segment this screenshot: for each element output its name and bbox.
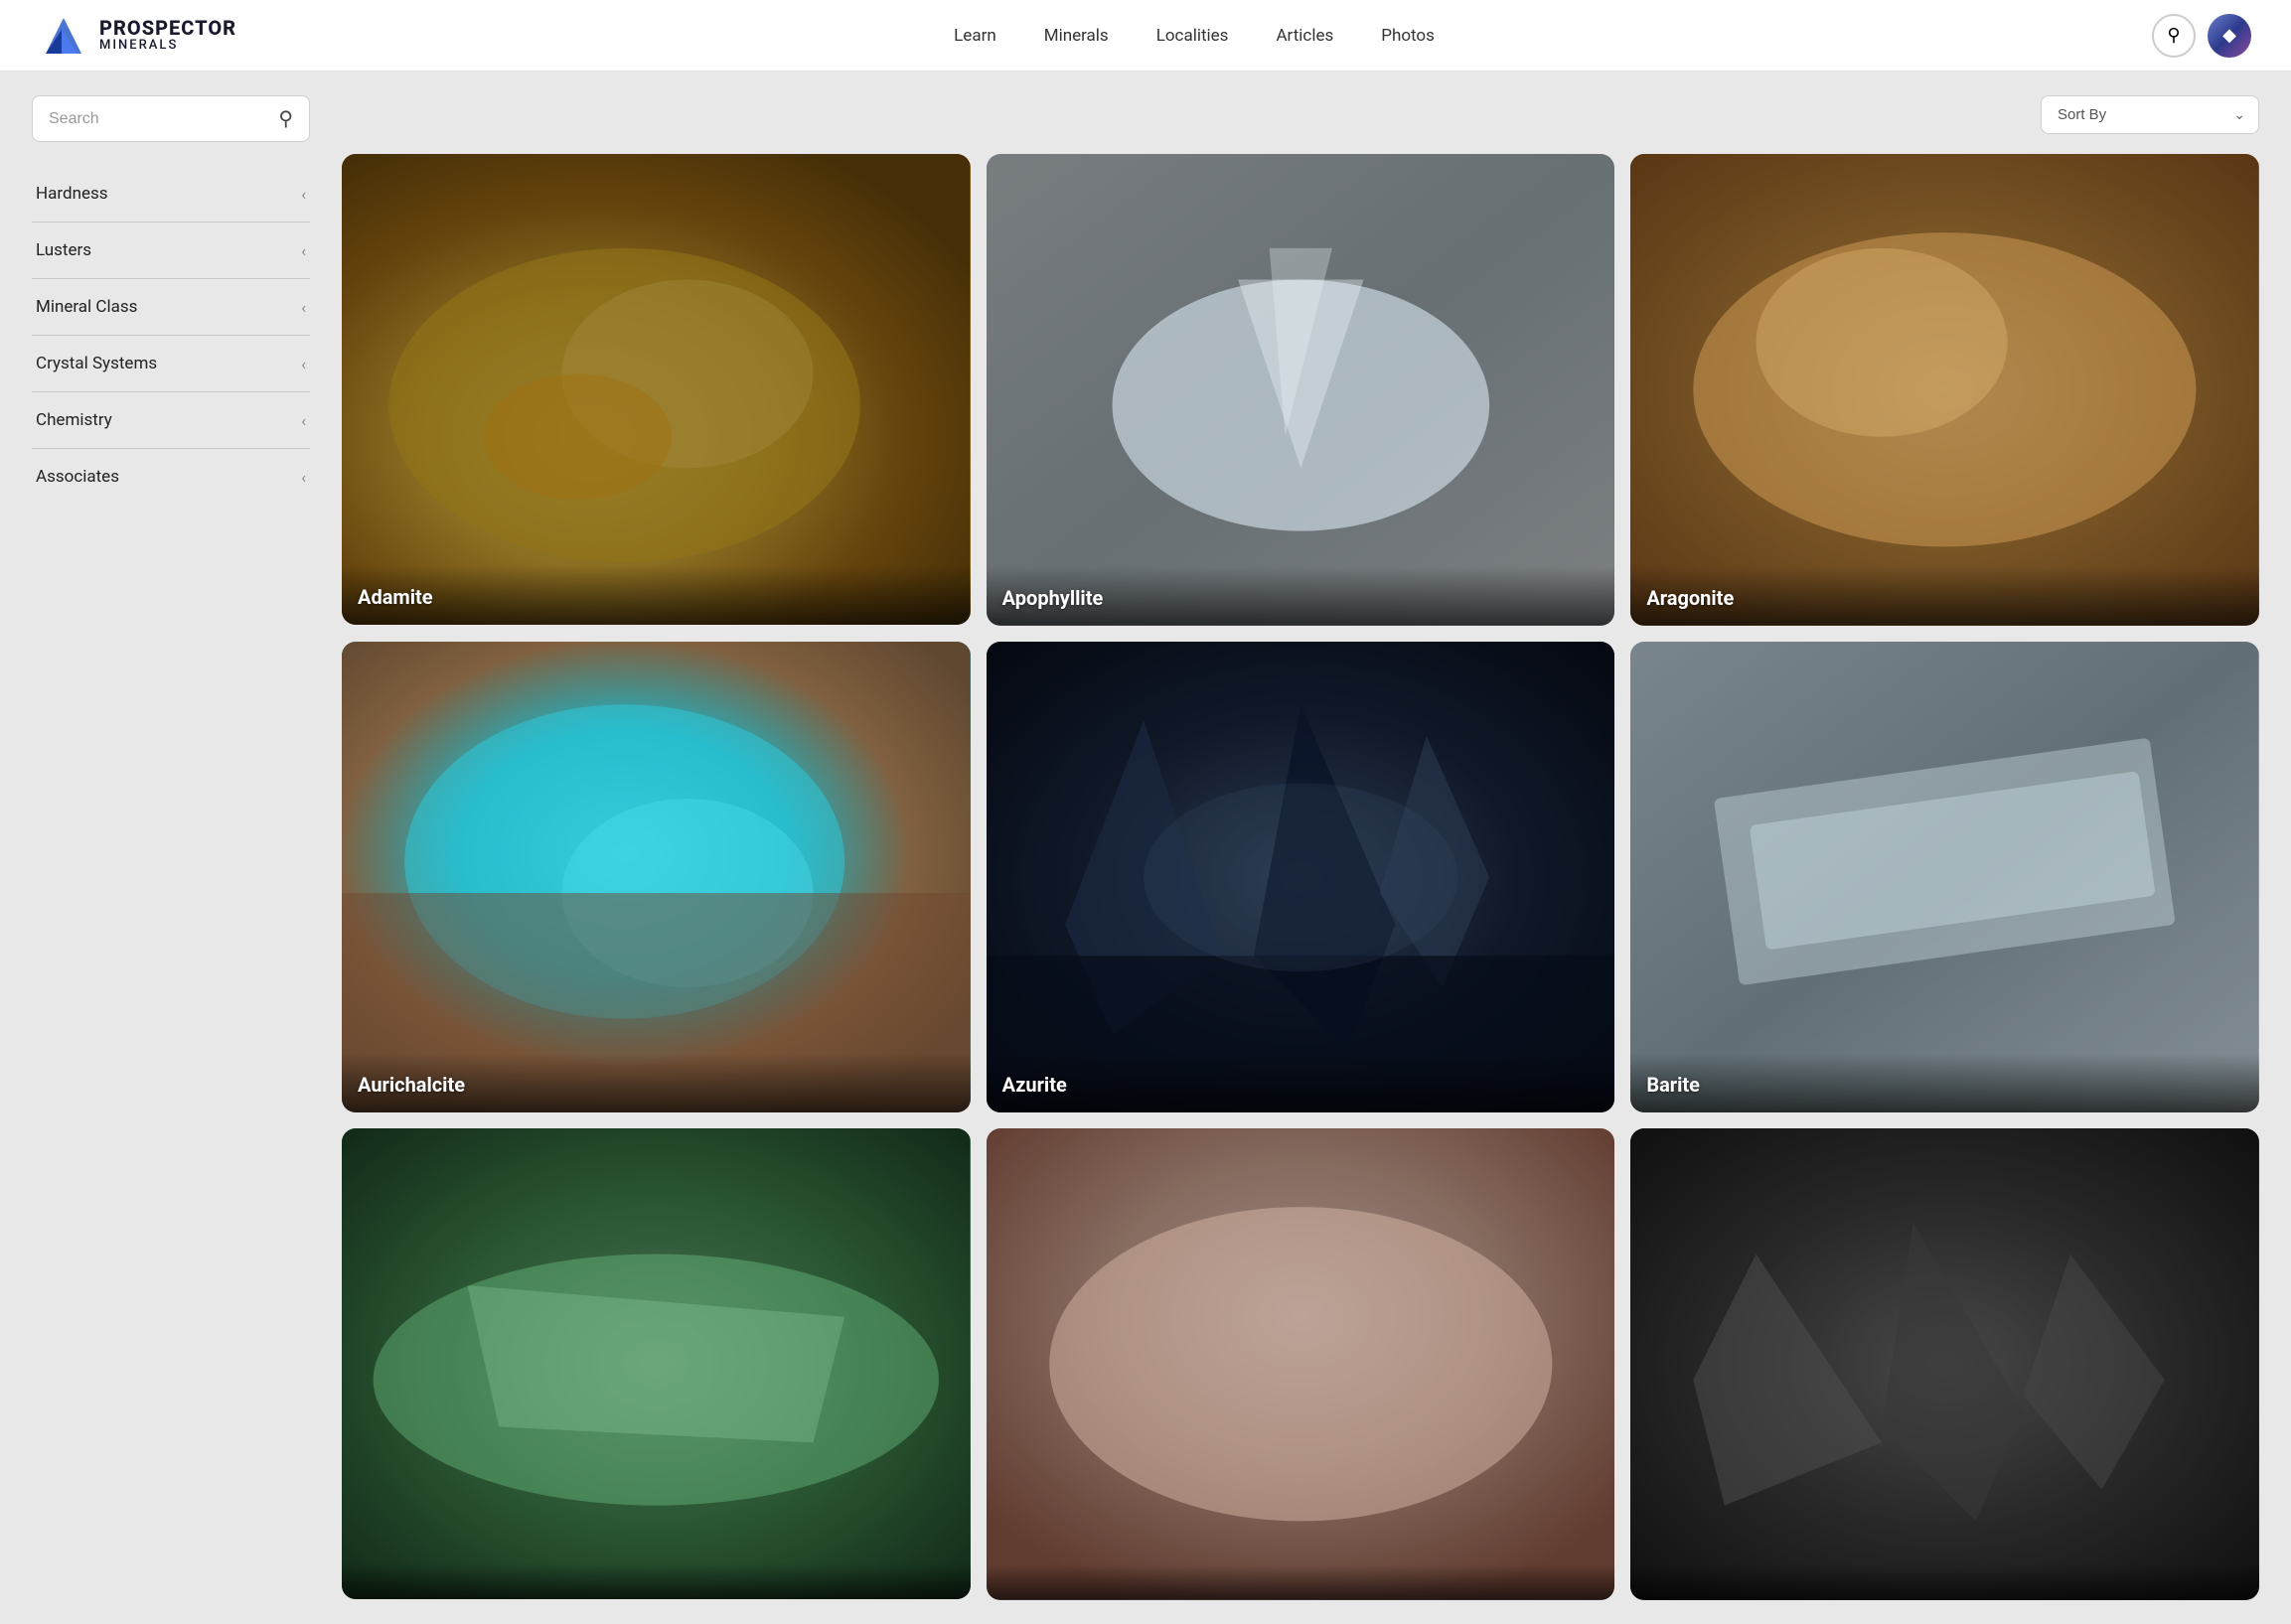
nav-photos[interactable]: Photos [1381, 26, 1435, 46]
nav-localities[interactable]: Localities [1156, 26, 1229, 46]
user-avatar[interactable]: ◆ [2208, 14, 2251, 58]
aurichalcite-texture [342, 642, 971, 1112]
logo-area[interactable]: PROSPECTOR MINERALS [40, 12, 236, 60]
card-barite[interactable]: Barite [1630, 642, 2259, 1113]
sort-select[interactable]: Sort By Name A-Z Name Z-A Most Popular R… [2041, 95, 2259, 134]
header-search-icon: ⚲ [2167, 25, 2180, 46]
barite-label: Barite [1646, 1073, 1700, 1097]
main-content: ⚲ Hardness ‹ Lusters ‹ Mineral Class ‹ C… [0, 72, 2291, 1624]
filter-chemistry[interactable]: Chemistry ‹ [32, 392, 310, 449]
search-box[interactable]: ⚲ [32, 95, 310, 142]
azurite-overlay: Azurite [987, 1053, 1615, 1112]
card-aurichalcite[interactable]: Aurichalcite [342, 642, 971, 1112]
nav-learn[interactable]: Learn [954, 26, 996, 46]
chevron-mineral-class-icon: ‹ [301, 298, 306, 317]
row3-1-overlay [342, 1563, 971, 1599]
barite-overlay: Barite [1630, 1053, 2259, 1112]
aurichalcite-label: Aurichalcite [358, 1073, 465, 1097]
row3-2-overlay [987, 1564, 1615, 1600]
aurichalcite-overlay: Aurichalcite [342, 1053, 971, 1112]
card-row3-3[interactable] [1630, 1128, 2259, 1600]
chevron-chemistry-icon: ‹ [301, 411, 306, 430]
avatar-icon: ◆ [2222, 25, 2236, 46]
filter-associates[interactable]: Associates ‹ [32, 449, 310, 505]
logo-text: PROSPECTOR MINERALS [99, 17, 236, 53]
logo-icon [40, 12, 87, 60]
azurite-texture [987, 642, 1615, 1113]
nav-articles[interactable]: Articles [1276, 26, 1333, 46]
sort-bar: Sort By Name A-Z Name Z-A Most Popular R… [342, 95, 2259, 134]
barite-texture [1630, 642, 2259, 1113]
logo-title: PROSPECTOR [99, 17, 236, 39]
main-nav: Learn Minerals Localities Articles Photo… [954, 26, 1435, 46]
card-row3-1[interactable] [342, 1128, 971, 1599]
row3-1-texture [342, 1128, 971, 1599]
card-aragonite[interactable]: Aragonite [1630, 154, 2259, 626]
minerals-grid: Adamite [342, 154, 2259, 1600]
aragonite-texture [1630, 154, 2259, 626]
adamite-label: Adamite [358, 585, 433, 609]
filter-hardness[interactable]: Hardness ‹ [32, 166, 310, 222]
header-search-button[interactable]: ⚲ [2152, 14, 2196, 58]
chevron-associates-icon: ‹ [301, 468, 306, 487]
row3-2-texture [987, 1128, 1615, 1600]
filter-crystal-systems[interactable]: Crystal Systems ‹ [32, 336, 310, 392]
filter-lusters[interactable]: Lusters ‹ [32, 222, 310, 279]
nav-minerals[interactable]: Minerals [1044, 26, 1109, 46]
apophyllite-overlay: Apophyllite [987, 566, 1615, 626]
aragonite-overlay: Aragonite [1630, 566, 2259, 626]
row3-3-texture [1630, 1128, 2259, 1600]
adamite-overlay: Adamite [342, 565, 971, 625]
sidebar: ⚲ Hardness ‹ Lusters ‹ Mineral Class ‹ C… [32, 95, 310, 1600]
chevron-lusters-icon: ‹ [301, 241, 306, 260]
azurite-label: Azurite [1002, 1073, 1067, 1097]
sort-wrapper: Sort By Name A-Z Name Z-A Most Popular R… [2041, 95, 2259, 134]
aragonite-label: Aragonite [1646, 586, 1734, 610]
card-azurite[interactable]: Azurite [987, 642, 1615, 1113]
card-apophyllite[interactable]: Apophyllite [987, 154, 1615, 626]
chevron-crystal-systems-icon: ‹ [301, 355, 306, 373]
header-right: ⚲ ◆ [2152, 14, 2251, 58]
row3-3-overlay [1630, 1564, 2259, 1600]
filter-mineral-class[interactable]: Mineral Class ‹ [32, 279, 310, 336]
minerals-section: Sort By Name A-Z Name Z-A Most Popular R… [342, 95, 2259, 1600]
header: PROSPECTOR MINERALS Learn Minerals Local… [0, 0, 2291, 72]
search-icon: ⚲ [278, 108, 293, 130]
adamite-texture [342, 154, 971, 625]
apophyllite-texture [987, 154, 1615, 626]
card-row3-2[interactable] [987, 1128, 1615, 1600]
card-adamite[interactable]: Adamite [342, 154, 971, 625]
logo-subtitle: MINERALS [99, 39, 236, 53]
chevron-hardness-icon: ‹ [301, 185, 306, 204]
apophyllite-label: Apophyllite [1002, 586, 1104, 610]
search-input[interactable] [49, 110, 268, 128]
search-submit-button[interactable]: ⚲ [278, 106, 293, 131]
